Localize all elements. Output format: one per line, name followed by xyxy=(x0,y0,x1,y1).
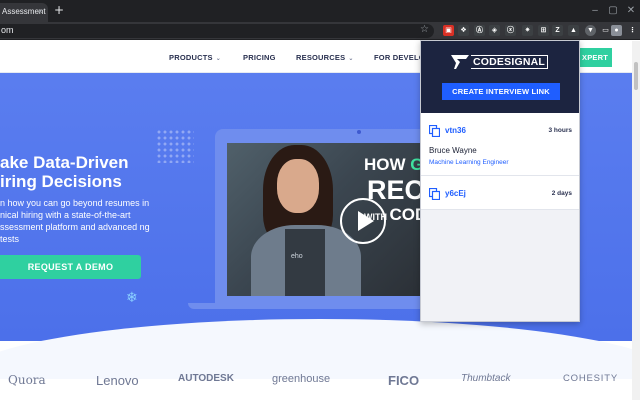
list-item[interactable]: y6cEj 2 days xyxy=(421,176,579,210)
dots-extension-icon[interactable]: ❖ xyxy=(458,25,469,36)
codesignal-extension-popup: CODESIGNAL CREATE INTERVIEW LINK vtn36 3… xyxy=(420,40,580,322)
candidate-role: Machine Learning Engineer xyxy=(429,159,509,166)
nav-label-products: PRODUCTS xyxy=(169,53,213,62)
play-icon xyxy=(358,211,374,231)
video-title-prefix: HOW xyxy=(364,155,411,174)
link-age: 2 days xyxy=(551,190,572,197)
list-item[interactable]: vtn36 3 hours Bruce Wayne Machine Learni… xyxy=(421,113,579,176)
z-extension-icon[interactable]: Z xyxy=(552,25,563,36)
brand-name: CODESIGNAL xyxy=(471,55,549,69)
codesignal-mark-icon xyxy=(451,55,469,69)
headline-line-2: iring Decisions xyxy=(0,172,122,191)
presenter-face xyxy=(277,159,319,213)
create-interview-link-button[interactable]: CREATE INTERVIEW LINK xyxy=(442,83,560,100)
laptop-base xyxy=(188,303,434,309)
codesignal-extension-icon[interactable]: ▼ xyxy=(585,25,596,36)
scrollbar-thumb[interactable] xyxy=(634,62,638,90)
nav-item-products[interactable]: PRODUCTS ⌄ xyxy=(169,53,221,62)
customer-logos: Quora Lenovo AUTODESK greenhouse FICO Th… xyxy=(0,361,632,399)
logo-thumbtack: Thumbtack xyxy=(461,373,511,384)
address-bar[interactable]: om ☆ xyxy=(0,24,434,38)
headline-line-1: ake Data-Driven xyxy=(0,153,129,172)
puzzle-extension-icon[interactable]: ◈ xyxy=(489,25,500,36)
logo-autodesk: AUTODESK xyxy=(178,373,234,384)
profile-avatar[interactable]: ● xyxy=(611,25,622,36)
video-player[interactable]: eho HOW GRE REC WITH COD xyxy=(227,143,421,296)
x-extension-icon[interactable]: ⓧ xyxy=(505,25,516,36)
chevron-down-icon: ⌄ xyxy=(348,56,354,62)
minimize-icon[interactable]: – xyxy=(586,0,604,22)
hero-headline: ake Data-Driven iring Decisions xyxy=(0,153,129,191)
logo-quora: Quora xyxy=(8,373,46,387)
link-age: 3 hours xyxy=(548,127,572,134)
snowflake-icon: ❄ xyxy=(126,290,138,306)
hero-subtext: n how you can go beyond resumes in nical… xyxy=(0,198,150,244)
nav-label-developers: FOR DEVELO xyxy=(374,53,425,62)
star-extension-icon[interactable]: ✷ xyxy=(522,25,533,36)
tab-close-icon[interactable]: × xyxy=(38,7,43,16)
presenter-shirt: eho xyxy=(285,229,325,296)
interview-link-code[interactable]: y6cEj xyxy=(445,189,466,198)
nav-cta-button[interactable]: XPERT xyxy=(578,48,613,67)
dot-pattern-decoration xyxy=(156,129,194,163)
close-window-icon[interactable]: ✕ xyxy=(622,0,640,22)
triangle-extension-icon[interactable]: ▲ xyxy=(568,25,579,36)
interview-link-code[interactable]: vtn36 xyxy=(445,126,466,135)
logo-lenovo: Lenovo xyxy=(96,373,139,388)
page-scrollbar[interactable] xyxy=(632,41,640,400)
candidate-name: Bruce Wayne xyxy=(429,146,477,155)
interview-links-list: vtn36 3 hours Bruce Wayne Machine Learni… xyxy=(421,113,579,210)
nav-item-developers[interactable]: FOR DEVELO xyxy=(374,53,425,62)
circle-a-extension-icon[interactable]: Ⓐ xyxy=(474,25,485,36)
logo-fico: FICO xyxy=(388,373,420,388)
logo-greenhouse: greenhouse xyxy=(272,373,331,385)
cast-icon[interactable]: ▭ xyxy=(600,25,611,36)
bookmark-star-icon[interactable]: ☆ xyxy=(420,24,429,35)
nav-label-pricing: PRICING xyxy=(243,53,276,62)
logo-cohesity: COHESITY xyxy=(563,373,618,384)
chevron-down-icon: ⌄ xyxy=(215,56,221,62)
shirt-text: eho xyxy=(291,253,303,260)
tab-strip: Assessment × + – ▢ ✕ xyxy=(0,0,640,22)
popup-header: CODESIGNAL CREATE INTERVIEW LINK xyxy=(421,41,579,113)
nav-label-resources: RESOURCES xyxy=(296,53,346,62)
nav-item-pricing[interactable]: PRICING xyxy=(243,53,276,62)
grid-extension-icon[interactable]: ⊞ xyxy=(538,25,549,36)
new-tab-button[interactable]: + xyxy=(54,3,64,17)
video-title-line-1: HOW GRE xyxy=(364,155,421,175)
copy-icon[interactable] xyxy=(429,125,440,137)
laptop-camera xyxy=(357,130,361,134)
copy-icon[interactable] xyxy=(429,188,440,200)
red-extension-icon[interactable]: ▣ xyxy=(443,25,454,36)
nav-item-resources[interactable]: RESOURCES ⌄ xyxy=(296,53,354,62)
codesignal-logo: CODESIGNAL xyxy=(451,53,549,71)
url-text: om xyxy=(1,25,14,35)
video-title-cod: COD xyxy=(389,205,422,224)
play-button[interactable] xyxy=(340,198,386,244)
request-demo-button[interactable]: REQUEST A DEMO xyxy=(0,255,141,279)
window-controls: – ▢ ✕ xyxy=(586,0,640,22)
browser-tab[interactable]: Assessment × xyxy=(0,3,48,22)
maximize-icon[interactable]: ▢ xyxy=(604,0,622,22)
menu-icon[interactable]: ⋮ xyxy=(627,25,638,36)
